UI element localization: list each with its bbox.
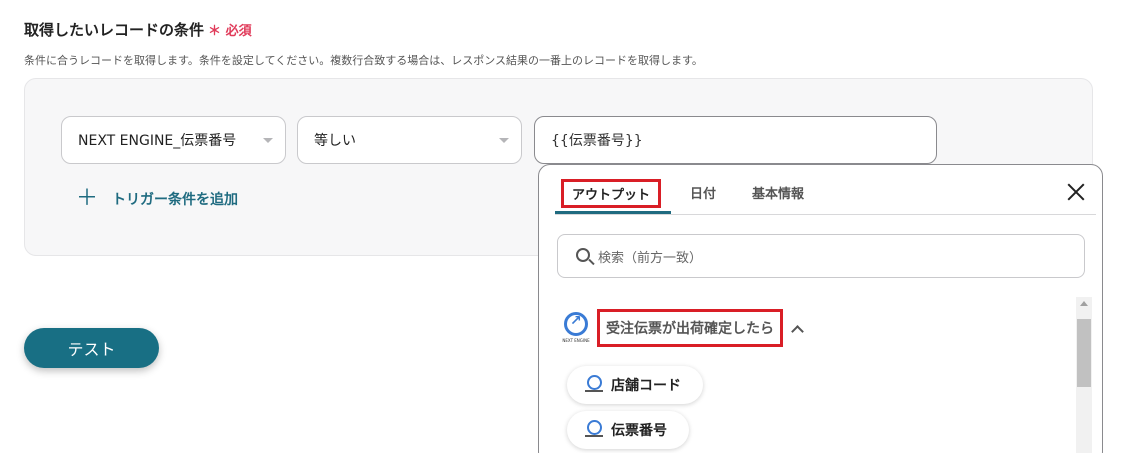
- logo-text: NEXT ENGINE: [562, 338, 590, 343]
- search-input[interactable]: 検索（前方一致）: [557, 234, 1085, 278]
- section-title: 取得したいレコードの条件＊ 必須: [24, 19, 252, 40]
- group-title: 受注伝票が出荷確定したら: [597, 309, 783, 347]
- search-placeholder: 検索（前方一致）: [598, 250, 703, 266]
- next-engine-logo-icon: [585, 420, 603, 440]
- next-engine-logo-icon: [585, 375, 603, 395]
- condition-settings-page: 取得したいレコードの条件＊ 必須 条件に合うレコードを取得します。条件を設定して…: [0, 0, 1123, 453]
- search-icon: [576, 248, 590, 262]
- tab-output[interactable]: アウトプット: [561, 179, 662, 208]
- test-button[interactable]: テスト: [24, 328, 159, 368]
- chevron-up-icon[interactable]: [791, 324, 804, 338]
- field-select-value: NEXT ENGINE_伝票番号: [78, 133, 237, 149]
- tab-basic-info[interactable]: 基本情報: [752, 183, 804, 202]
- value-input[interactable]: {{伝票番号}}: [534, 116, 937, 164]
- chevron-down-icon: [499, 138, 509, 143]
- chevron-down-icon: [263, 138, 273, 143]
- next-engine-logo-icon: NEXT ENGINE: [559, 311, 593, 345]
- operator-select-value: 等しい: [314, 133, 356, 149]
- variable-picker-popup: アウトプット 日付 基本情報 検索（前方一致） NEXT ENGINE 受注伝票…: [538, 164, 1103, 453]
- plus-icon: ＋: [76, 186, 99, 211]
- add-trigger-condition-button[interactable]: ＋ トリガー条件を追加: [76, 186, 239, 211]
- output-item-store-code[interactable]: 店舗コード: [567, 366, 703, 404]
- output-item-slip-number[interactable]: 伝票番号: [567, 411, 689, 449]
- output-item-label: 店舗コード: [611, 378, 681, 394]
- close-icon[interactable]: [1066, 182, 1086, 202]
- tabs-divider: [555, 214, 1096, 215]
- operator-select[interactable]: 等しい: [297, 116, 522, 164]
- required-asterisk: ＊: [208, 24, 222, 39]
- popup-tabs: アウトプット 日付 基本情報: [539, 165, 1102, 215]
- add-trigger-label: トリガー条件を追加: [112, 192, 239, 208]
- scroll-thumb[interactable]: [1077, 319, 1091, 387]
- trigger-group-header[interactable]: NEXT ENGINE 受注伝票が出荷確定したら: [559, 309, 804, 347]
- required-mark: ＊ 必須: [208, 24, 252, 39]
- scroll-up-arrow-icon[interactable]: [1080, 301, 1088, 306]
- field-select[interactable]: NEXT ENGINE_伝票番号: [61, 116, 286, 164]
- section-title-text: 取得したいレコードの条件: [24, 21, 205, 39]
- tab-date[interactable]: 日付: [690, 183, 716, 202]
- popup-scrollbar[interactable]: [1076, 297, 1092, 453]
- output-item-label: 伝票番号: [611, 423, 667, 439]
- section-description: 条件に合うレコードを取得します。条件を設定してください。複数行合致する場合は、レ…: [24, 54, 703, 67]
- required-label: 必須: [225, 24, 252, 39]
